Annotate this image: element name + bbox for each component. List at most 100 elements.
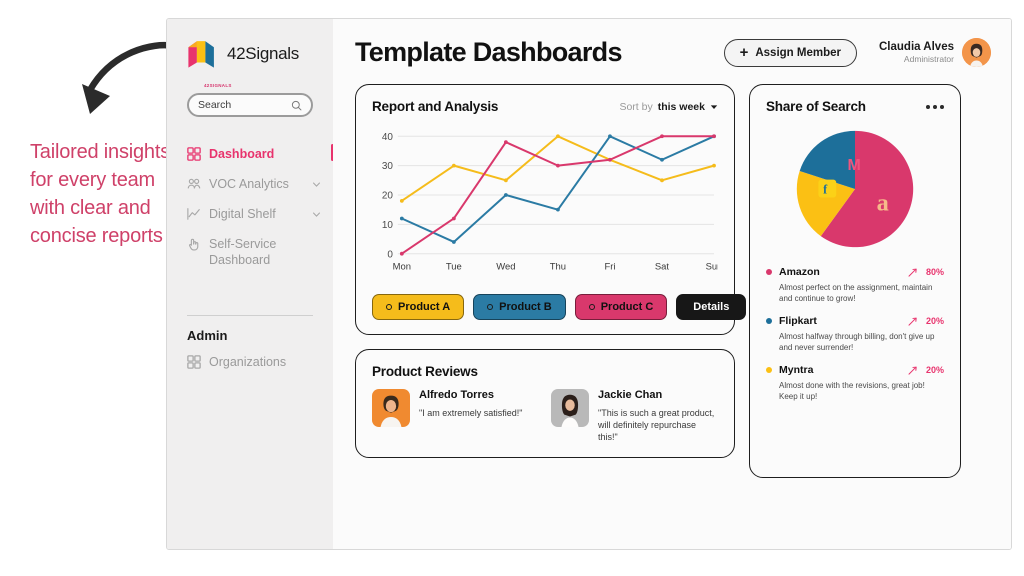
details-button[interactable]: Details	[676, 294, 747, 320]
svg-text:0: 0	[387, 249, 393, 260]
sidebar-item-label: Dashboard	[209, 147, 275, 161]
reviews-list: Alfredo Torres "I am extremely satisfied…	[372, 389, 718, 443]
legend-product-a[interactable]: Product A	[372, 294, 465, 320]
myntra-logo-icon: M	[847, 157, 860, 174]
chevron-down-icon[interactable]	[312, 210, 321, 219]
sidebar-item-self-service-dashboard[interactable]: Self-Service Dashboard	[167, 229, 333, 275]
sidebar-item-label: Organizations	[209, 355, 287, 369]
sos-name: Flipkart	[779, 315, 817, 327]
cube-logo-icon: 42SIGNALS	[185, 37, 231, 88]
svg-text:Tue: Tue	[446, 262, 462, 273]
sos-description: Almost done with the revisions, great jo…	[779, 381, 925, 401]
sidebar: 42SIGNALS 42Signals Search Dashboard VOC…	[167, 19, 334, 549]
sidebar-item-label: Digital Shelf	[209, 207, 276, 221]
reviewer-photo-female	[551, 389, 589, 427]
sort-by-label: Sort by	[619, 100, 653, 113]
brand-caption: 42SIGNALS	[204, 83, 232, 88]
trend-chart-icon	[187, 208, 200, 220]
svg-text:Wed: Wed	[496, 262, 515, 273]
legend-marker	[386, 304, 392, 310]
grid-icon	[187, 355, 201, 369]
sos-percent: 20%	[925, 365, 944, 375]
sos-item-myntra[interactable]: Myntra 20% Almost done with the revision…	[766, 364, 944, 402]
sort-by-value: this week	[657, 100, 705, 113]
page-title: Template Dashboards	[355, 37, 622, 67]
sidebar-item-label: VOC Analytics	[209, 177, 289, 191]
svg-text:30: 30	[382, 161, 394, 172]
chevron-down-icon[interactable]	[312, 180, 321, 189]
line-chart: 0 10 20 30 40 Mon Tue Wed Thu Fri Sat Sun	[372, 122, 723, 282]
line-chart-svg: 0 10 20 30 40 Mon Tue Wed Thu Fri Sat Sun	[382, 132, 723, 273]
reviews-card-title: Product Reviews	[372, 364, 478, 379]
reviewer-name: Alfredo Torres	[419, 389, 494, 401]
share-of-search-card: Share of Search aMf Amazon 80% Almost pe…	[749, 84, 961, 478]
sos-description: Almost halfway through billing, don't gi…	[779, 332, 935, 352]
pie-chart-svg: aMf	[796, 130, 914, 248]
main-content: Template Dashboards + Assign Member Clau…	[333, 19, 1011, 549]
screenshot-root: Tailored insights for every team with cl…	[0, 0, 1024, 576]
amazon-logo-icon: a	[877, 190, 889, 217]
assign-member-button[interactable]: + Assign Member	[723, 38, 857, 67]
dashboard-grid: Report and Analysis Sort by this week 0 1…	[355, 84, 991, 478]
topbar: Template Dashboards + Assign Member Clau…	[355, 37, 991, 68]
legend-product-c[interactable]: Product C	[574, 294, 668, 320]
reviewer-photo-male	[372, 389, 410, 427]
trend-up-icon	[908, 366, 917, 375]
brand[interactable]: 42SIGNALS 42Signals	[167, 33, 333, 88]
search-icon	[291, 100, 302, 110]
sos-color-dot	[766, 318, 772, 324]
report-and-analysis-card: Report and Analysis Sort by this week 0 1…	[355, 84, 747, 335]
grid-icon	[187, 147, 201, 161]
sos-color-dot	[766, 269, 772, 275]
card-header: Share of Search	[766, 99, 944, 114]
sos-description: Almost perfect on the assignment, mainta…	[779, 283, 933, 303]
app-window: 42SIGNALS 42Signals Search Dashboard VOC…	[166, 18, 1012, 550]
svg-text:Mon: Mon	[393, 262, 411, 273]
sidebar-nav: Dashboard VOC Analytics Digital Shelf Se…	[167, 139, 334, 275]
sidebar-item-label: Self-Service Dashboard	[209, 237, 277, 267]
svg-text:Sat: Sat	[655, 262, 670, 273]
legend-product-b[interactable]: Product B	[473, 294, 566, 320]
user-role: Administrator	[903, 54, 954, 64]
sidebar-item-digital-shelf[interactable]: Digital Shelf	[167, 199, 333, 229]
sos-percent: 80%	[925, 267, 944, 277]
chart-legend: Product A Product B Product C Details	[372, 294, 747, 320]
plus-icon: +	[739, 44, 749, 61]
sidebar-item-organizations[interactable]: Organizations	[167, 347, 333, 377]
legend-marker	[588, 304, 595, 310]
legend-marker	[487, 304, 494, 310]
sos-card-title: Share of Search	[766, 99, 866, 114]
sos-name: Amazon	[779, 266, 820, 278]
people-icon	[187, 178, 201, 189]
sos-item-flipkart[interactable]: Flipkart 20% Almost halfway through bill…	[766, 315, 944, 353]
annotation-text: Tailored insights for every team with cl…	[30, 141, 171, 247]
more-options-icon[interactable]	[926, 104, 944, 109]
sort-by-control[interactable]: Sort by this week	[619, 101, 718, 113]
sos-percent: 20%	[925, 316, 944, 326]
sidebar-item-voc-analytics[interactable]: VOC Analytics	[167, 169, 333, 199]
card-header: Report and Analysis Sort by this week	[372, 99, 718, 114]
report-card-title: Report and Analysis	[372, 99, 499, 114]
admin-section-title: Admin	[187, 328, 228, 343]
search-input[interactable]: Search	[187, 93, 313, 117]
product-reviews-card: Product Reviews Alfredo Torres "I am ext…	[355, 349, 735, 458]
assign-member-label: Assign Member	[755, 46, 841, 59]
legend-label: Product A	[398, 301, 451, 313]
user-profile[interactable]: Claudia Alves Administrator	[879, 38, 991, 67]
reviewer-name: Jackie Chan	[598, 389, 663, 401]
sos-item-amazon[interactable]: Amazon 80% Almost perfect on the assignm…	[766, 266, 944, 304]
sidebar-item-dashboard[interactable]: Dashboard	[167, 139, 334, 169]
svg-text:10: 10	[382, 220, 394, 231]
search-value: Search	[198, 99, 232, 111]
avatar[interactable]	[962, 38, 991, 67]
reviewer-quote: "I am extremely satisfied!"	[419, 408, 523, 418]
svg-text:Sun: Sun	[706, 262, 718, 273]
legend-label: Product C	[600, 301, 654, 313]
trend-up-icon	[908, 268, 917, 277]
left-column: Report and Analysis Sort by this week 0 1…	[355, 84, 747, 478]
caret-down-icon[interactable]	[710, 103, 718, 111]
svg-text:Fri: Fri	[604, 262, 615, 273]
sos-color-dot	[766, 367, 772, 373]
svg-text:40: 40	[382, 132, 394, 143]
curved-arrow-icon	[82, 42, 178, 114]
